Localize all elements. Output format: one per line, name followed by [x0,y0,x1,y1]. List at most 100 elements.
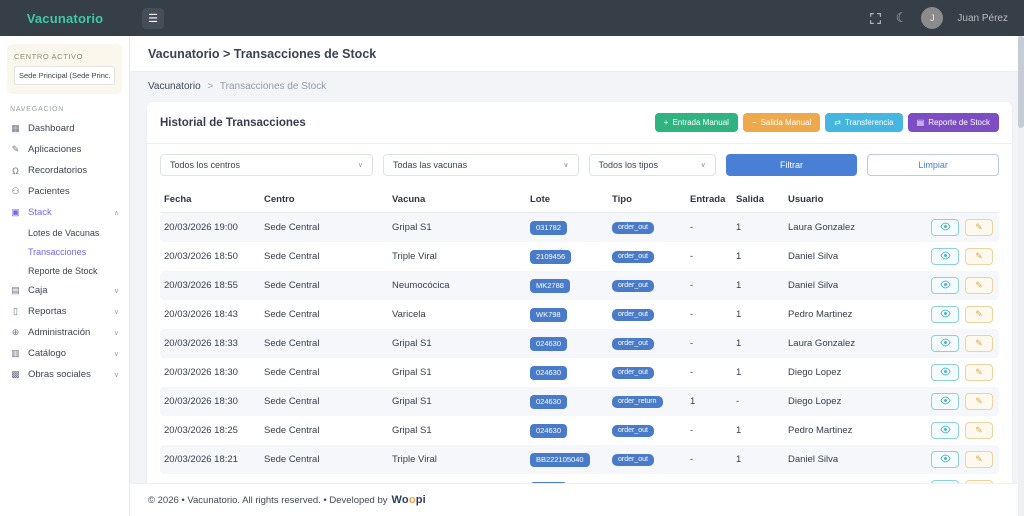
salida-manual-button[interactable]: −Salida Manual [743,113,820,132]
centers-filter-select[interactable]: Todos los centros ∨ [160,154,373,176]
cell-centro: Sede Central [260,416,388,445]
view-button[interactable] [931,248,959,265]
fullscreen-icon[interactable] [869,12,882,25]
view-button[interactable] [931,422,959,439]
lote-badge: BB222105040 [530,453,590,467]
cell-tipo: order_out [608,329,686,358]
active-center-select[interactable]: Sede Principal (Sede Princ. [14,66,115,85]
sidebar-item-catalogo[interactable]: ▥Catálogo∨ [0,343,129,364]
edit-button[interactable]: ✎ [965,306,993,323]
table-row: 20/03/2026 18:30Sede CentralGripal S1024… [160,358,999,387]
cell-lote: 031782 [526,213,608,243]
cell-salida: 1 [732,329,784,358]
sidebar-subitem-reporte-de-stock[interactable]: Reporte de Stock [0,261,129,280]
scrollbar-thumb[interactable] [1018,36,1024,128]
sidebar-item-stack[interactable]: ▣Stack∧ [0,202,129,223]
sidebar-item-label: Dashboard [28,123,74,134]
view-button[interactable] [931,306,959,323]
view-button[interactable] [931,219,959,236]
pencil-icon: ✎ [975,338,983,349]
cell-entrada: - [686,416,732,445]
clear-button[interactable]: Limpiar [867,154,999,176]
woopi-logo[interactable]: Woopi [392,494,426,506]
edit-button[interactable]: ✎ [965,422,993,439]
sidebar-subitem-lotes-de-vacunas[interactable]: Lotes de Vacunas [0,223,129,242]
filter-button[interactable]: Filtrar [726,154,858,176]
sidebar-item-aplicaciones[interactable]: ✎Aplicaciones [0,139,129,160]
chevron-down-icon: ∨ [114,308,119,316]
sidebar-item-obras-sociales[interactable]: ▩Obras sociales∨ [0,364,129,385]
card-header: Historial de Transacciones +Entrada Manu… [147,102,1012,144]
cell-fecha: 20/03/2026 18:55 [160,271,260,300]
cell-usuario: Laura Gonzalez [784,213,902,243]
column-header-vacuna: Vacuna [388,187,526,213]
cell-fecha: 20/03/2026 19:00 [160,213,260,243]
main-content: Vacunatorio > Transacciones de Stock Vac… [130,36,1024,516]
cell-fecha: 20/03/2026 18:25 [160,416,260,445]
edit-button[interactable]: ✎ [965,335,993,352]
edit-button[interactable]: ✎ [965,219,993,236]
tipo-badge: order_out [612,280,654,292]
cell-tipo: order_out [608,300,686,329]
filters-bar: Todos los centros ∨ Todas las vacunas ∨ … [147,144,1012,185]
cell-centro: Sede Central [260,445,388,474]
edit-button[interactable]: ✎ [965,277,993,294]
dark-mode-moon-icon[interactable]: ☾ [896,10,908,26]
sidebar-item-label: Administración [28,327,90,338]
user-name[interactable]: Juan Pérez [957,13,1008,24]
view-button[interactable] [931,451,959,468]
types-filter-select[interactable]: Todos los tipos ∨ [589,154,716,176]
edit-button[interactable]: ✎ [965,451,993,468]
hamburger-menu-icon[interactable]: ☰ [142,8,164,29]
entrada-manual-button[interactable]: +Entrada Manual [655,113,738,132]
cell-actions: ✎ [902,271,999,300]
sidebar-item-caja[interactable]: ▤Caja∨ [0,280,129,301]
cell-vacuna: Gripal S1 [388,329,526,358]
column-header-fecha: Fecha [160,187,260,213]
footer: © 2026 • Vacunatorio. All rights reserve… [130,483,1024,516]
sidebar: CENTRO ACTIVO Sede Principal (Sede Princ… [0,36,130,516]
eye-icon [940,396,951,408]
pen-icon: ✎ [10,144,21,155]
edit-button[interactable]: ✎ [965,393,993,410]
cell-usuario: Daniel Silva [784,242,902,271]
edit-button[interactable]: ✎ [965,364,993,381]
transferencia-button[interactable]: ⇄Transferencia [825,113,902,132]
cell-salida: 1 [732,213,784,243]
cell-vacuna: Gripal S1 [388,416,526,445]
action-button-label: Reporte de Stock [928,118,990,127]
cell-lote: BB222105040 [526,445,608,474]
avatar[interactable]: J [921,7,943,29]
cell-salida: - [732,387,784,416]
sidebar-item-reportas[interactable]: ▯Reportas∨ [0,301,129,322]
cell-lote: 2109456 [526,242,608,271]
topbar: Vacunatorio ☰ ☾ J Juan Pérez [0,0,1024,36]
lote-badge: 2109456 [530,250,571,264]
edit-button[interactable]: ✎ [965,248,993,265]
tipo-badge: order_out [612,222,654,234]
sidebar-subitem-transacciones[interactable]: Transacciones [0,242,129,261]
cell-lote: 024630 [526,387,608,416]
view-button[interactable] [931,393,959,410]
view-button[interactable] [931,335,959,352]
app-logo[interactable]: Vacunatorio [0,11,130,26]
eye-icon [940,280,951,292]
page-title: Vacunatorio > Transacciones de Stock [148,47,1024,61]
view-button[interactable] [931,277,959,294]
sidebar-item-recordatorios[interactable]: ΩRecordatorios [0,160,129,181]
sidebar-item-dashboard[interactable]: ▦Dashboard [0,118,129,139]
cell-centro: Sede Central [260,300,388,329]
tipo-badge: order_out [612,338,654,350]
sidebar-item-pacientes[interactable]: ⚇Pacientes [0,181,129,202]
scrollbar[interactable] [1018,36,1024,516]
vaccines-filter-select[interactable]: Todas las vacunas ∨ [383,154,578,176]
breadcrumb-separator: > [207,81,213,92]
reporte-de-stock-button[interactable]: ▤Reporte de Stock [908,113,999,132]
cell-tipo: order_out [608,213,686,243]
lote-badge: 031782 [530,221,567,235]
view-button[interactable] [931,364,959,381]
cell-usuario: Laura Gonzalez [784,329,902,358]
breadcrumb-home-link[interactable]: Vacunatorio [148,81,201,92]
cell-salida: 1 [732,416,784,445]
sidebar-item-administracion[interactable]: ⊕Administración∨ [0,322,129,343]
